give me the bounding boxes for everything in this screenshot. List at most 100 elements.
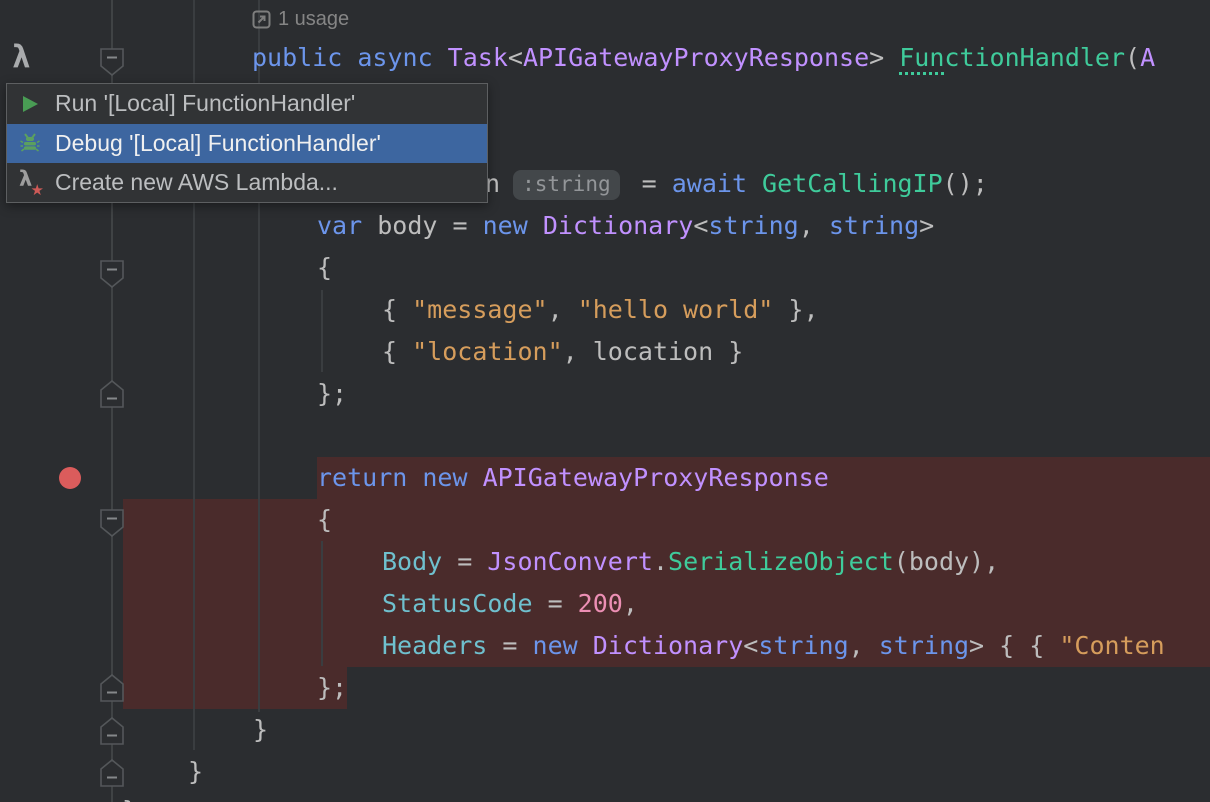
- code-token: ,: [849, 631, 879, 660]
- usages-icon: [252, 10, 271, 29]
- code-token: (: [894, 547, 909, 576]
- code-line-2[interactable]: var body = new Dictionary<string, string…: [317, 205, 934, 247]
- run-config-popup: Run '[Local] FunctionHandler' Debug '[Lo…: [6, 83, 488, 203]
- code-token: APIGatewayProxyResponse: [483, 463, 829, 492]
- code-token: =: [442, 547, 487, 576]
- fold-region-start-icon[interactable]: [100, 48, 124, 80]
- new-lambda-icon: λ ★: [19, 171, 41, 193]
- popup-item-run[interactable]: Run '[Local] FunctionHandler': [7, 84, 487, 123]
- code-line-10[interactable]: StatusCode = 200,: [382, 583, 638, 625]
- code-token: string: [879, 631, 969, 660]
- code-line-3[interactable]: {: [317, 247, 332, 289]
- code-token: >: [869, 43, 899, 72]
- code-token: ,: [548, 295, 578, 324]
- popup-item-label: Create new AWS Lambda...: [55, 169, 338, 196]
- code-token: SerializeObject: [668, 547, 894, 576]
- code-token: 200: [578, 589, 623, 618]
- popup-item-debug[interactable]: Debug '[Local] FunctionHandler': [7, 124, 487, 163]
- indent-guide: [321, 541, 323, 666]
- code-token: Dictionary: [543, 211, 694, 240]
- inlay-type-hint[interactable]: :string: [513, 170, 620, 200]
- code-token: APIGatewayProxyResponse: [523, 43, 869, 72]
- code-token: new: [483, 211, 543, 240]
- popup-item-label: Run '[Local] FunctionHandler': [55, 90, 355, 117]
- fold-region-start-icon[interactable]: [100, 260, 124, 292]
- code-line-15[interactable]: }: [122, 790, 137, 802]
- code-token: ctionHandler: [944, 43, 1125, 72]
- code-line-5[interactable]: { "location", location }: [382, 331, 743, 373]
- fold-region-end-icon[interactable]: [100, 759, 124, 791]
- code-token: var: [317, 211, 377, 240]
- code-token: Dictionary: [593, 631, 744, 660]
- code-token: "location": [412, 337, 563, 366]
- code-token: A: [1140, 43, 1155, 72]
- code-line-14[interactable]: }: [188, 751, 203, 793]
- code-line-11[interactable]: Headers = new Dictionary<string, string>…: [382, 625, 1165, 667]
- code-line-1[interactable]: on:string= await GetCallingIP();: [470, 163, 988, 205]
- code-token: <: [693, 211, 708, 240]
- usage-hint-label: 1 usage: [278, 8, 349, 31]
- code-token: {: [317, 253, 332, 282]
- code-token: location: [593, 337, 713, 366]
- code-token: =: [487, 631, 532, 660]
- breakpoint-statement-highlight: [123, 667, 347, 709]
- code-token: },: [773, 295, 818, 324]
- code-editor[interactable]: λ 1 usage public async Task<APIGatewayPr…: [0, 0, 1210, 802]
- code-line-7[interactable]: return new APIGatewayProxyResponse: [317, 457, 829, 499]
- code-token: Fun: [899, 43, 944, 75]
- code-token: ();: [943, 169, 988, 198]
- code-token: =: [642, 169, 672, 198]
- code-line-6[interactable]: };: [317, 373, 347, 415]
- popup-item-new-lambda[interactable]: λ ★ Create new AWS Lambda...: [7, 163, 487, 202]
- code-token: Body: [382, 547, 442, 576]
- code-token: {: [382, 295, 412, 324]
- code-token: { {: [999, 631, 1059, 660]
- code-line-9[interactable]: Body = JsonConvert.SerializeObject(body)…: [382, 541, 999, 583]
- code-token: body: [909, 547, 969, 576]
- code-token: <: [508, 43, 523, 72]
- code-line-0[interactable]: public async Task<APIGatewayProxyRespons…: [252, 37, 1155, 79]
- code-token: };: [317, 673, 347, 702]
- usage-hint[interactable]: 1 usage: [252, 8, 349, 31]
- code-line-8[interactable]: {: [317, 499, 332, 541]
- debug-icon: [19, 132, 41, 154]
- code-token: string: [758, 631, 848, 660]
- code-line-12[interactable]: };: [317, 667, 347, 709]
- code-token: <: [743, 631, 758, 660]
- code-token: string: [829, 211, 919, 240]
- fold-region-end-icon[interactable]: [100, 717, 124, 749]
- code-token: .: [653, 547, 668, 576]
- code-token: return new: [317, 463, 483, 492]
- code-token: (: [1125, 43, 1140, 72]
- code-line-4[interactable]: { "message", "hello world" },: [382, 289, 819, 331]
- code-line-13[interactable]: }: [253, 709, 268, 751]
- code-token: >: [969, 631, 999, 660]
- code-token: ,: [623, 589, 638, 618]
- code-token: JsonConvert: [487, 547, 653, 576]
- aws-lambda-gutter-icon[interactable]: λ: [12, 40, 31, 74]
- code-token: {: [382, 337, 412, 366]
- code-token: =: [533, 589, 578, 618]
- code-token: await: [672, 169, 762, 198]
- code-token: ,: [563, 337, 593, 366]
- code-token: }: [188, 757, 203, 786]
- code-token: "hello world": [578, 295, 774, 324]
- fold-region-end-icon[interactable]: [100, 674, 124, 706]
- code-token: };: [317, 379, 347, 408]
- breakpoint-marker[interactable]: [59, 467, 81, 489]
- fold-region-start-icon[interactable]: [100, 509, 124, 541]
- code-token: {: [317, 505, 332, 534]
- code-token: "Conten: [1059, 631, 1164, 660]
- code-token: Headers: [382, 631, 487, 660]
- run-icon: [19, 93, 41, 115]
- code-token: body: [377, 211, 452, 240]
- code-token: new: [533, 631, 593, 660]
- popup-item-label: Debug '[Local] FunctionHandler': [55, 130, 381, 157]
- code-token: }: [122, 796, 137, 802]
- code-token: public async: [252, 43, 448, 72]
- code-token: =: [452, 211, 482, 240]
- fold-region-end-icon[interactable]: [100, 380, 124, 412]
- code-token: }: [253, 715, 268, 744]
- code-token: }: [713, 337, 743, 366]
- code-token: ,: [799, 211, 829, 240]
